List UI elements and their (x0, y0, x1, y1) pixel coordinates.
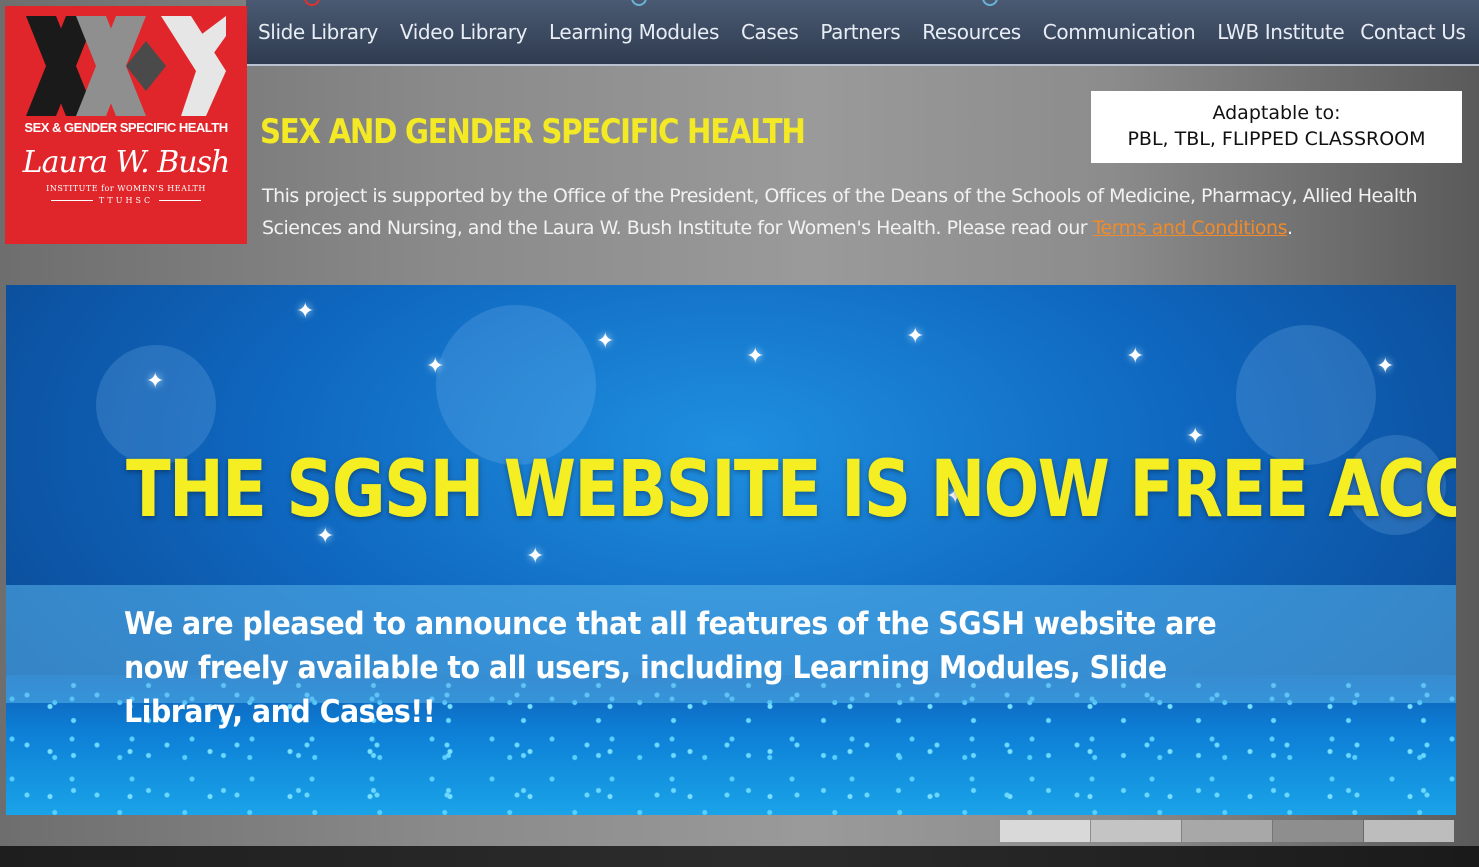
logo-ttuhsc: TTUHSC (5, 196, 247, 205)
main-nav: Slide Library Video Library Learning Mod… (246, 0, 1479, 66)
slider-indicator-5[interactable] (1364, 820, 1454, 842)
announcement-banner[interactable]: ✦ ✦ ✦ ✦ ✦ ✦ ✦ ✦ ✦ ✦ ✦ ✦ THE SGSH WEBSITE… (6, 285, 1456, 815)
site-logo[interactable]: SEX & GENDER SPECIFIC HEALTH Laura W. Bu… (5, 6, 247, 244)
page-title: SEX AND GENDER SPECIFIC HEALTH (260, 112, 806, 152)
sparkle-icon: ✦ (906, 323, 925, 348)
sparkle-icon: ✦ (526, 543, 545, 568)
slider-indicator-2[interactable] (1091, 820, 1181, 842)
callout-line-2: PBL, TBL, FLIPPED CLASSROOM (1127, 128, 1426, 150)
nav-item-contact-us[interactable]: Contact Us (1360, 20, 1466, 44)
nav-item-lwb-institute[interactable]: LWB Institute (1217, 20, 1344, 44)
nav-item-resources[interactable]: Resources (922, 20, 1021, 44)
logo-tagline: SEX & GENDER SPECIFIC HEALTH (24, 120, 228, 135)
nav-item-cases[interactable]: Cases (741, 20, 799, 44)
slider-indicator-4[interactable] (1273, 820, 1363, 842)
sparkle-icon: ✦ (146, 368, 165, 393)
logo-institute: INSTITUTE for WOMEN'S HEALTH (46, 184, 206, 193)
nav-item-communication[interactable]: Communication (1043, 20, 1196, 44)
sparkle-icon: ✦ (1376, 353, 1395, 378)
footer-band (0, 846, 1479, 867)
bokeh-decoration (436, 305, 596, 465)
banner-headline: THE SGSH WEBSITE IS NOW FREE ACCESS!! (126, 445, 1456, 535)
nav-item-video-library[interactable]: Video Library (400, 20, 528, 44)
sparkle-icon: ✦ (1186, 423, 1205, 448)
nav-item-slide-library[interactable]: Slide Library (258, 20, 378, 44)
logo-signature: Laura W. Bush (22, 145, 231, 180)
slider-indicator-3[interactable] (1182, 820, 1272, 842)
nav-marker-icon (631, 0, 647, 6)
callout-line-1: Adaptable to: (1212, 102, 1341, 124)
sparkle-icon: ✦ (1126, 343, 1145, 368)
nav-item-learning-modules[interactable]: Learning Modules (549, 20, 719, 44)
nav-marker-icon (982, 0, 998, 6)
nav-marker-icon (304, 0, 320, 6)
sparkle-icon: ✦ (596, 328, 615, 353)
site-description: This project is supported by the Office … (262, 180, 1452, 244)
sparkle-icon: ✦ (746, 343, 765, 368)
terms-link[interactable]: Terms and Conditions (1093, 217, 1288, 239)
sparkle-icon: ✦ (426, 353, 445, 378)
bokeh-decoration (1236, 325, 1376, 465)
slider-indicator-1[interactable] (1000, 820, 1090, 842)
banner-message: We are pleased to announce that all feat… (124, 606, 1217, 730)
xxy-logo-icon (26, 16, 226, 116)
description-suffix: . (1286, 217, 1293, 239)
slider-indicators (1000, 820, 1455, 842)
adaptable-callout: Adaptable to: PBL, TBL, FLIPPED CLASSROO… (1091, 91, 1462, 163)
sparkle-icon: ✦ (296, 298, 315, 323)
nav-item-partners[interactable]: Partners (820, 20, 900, 44)
